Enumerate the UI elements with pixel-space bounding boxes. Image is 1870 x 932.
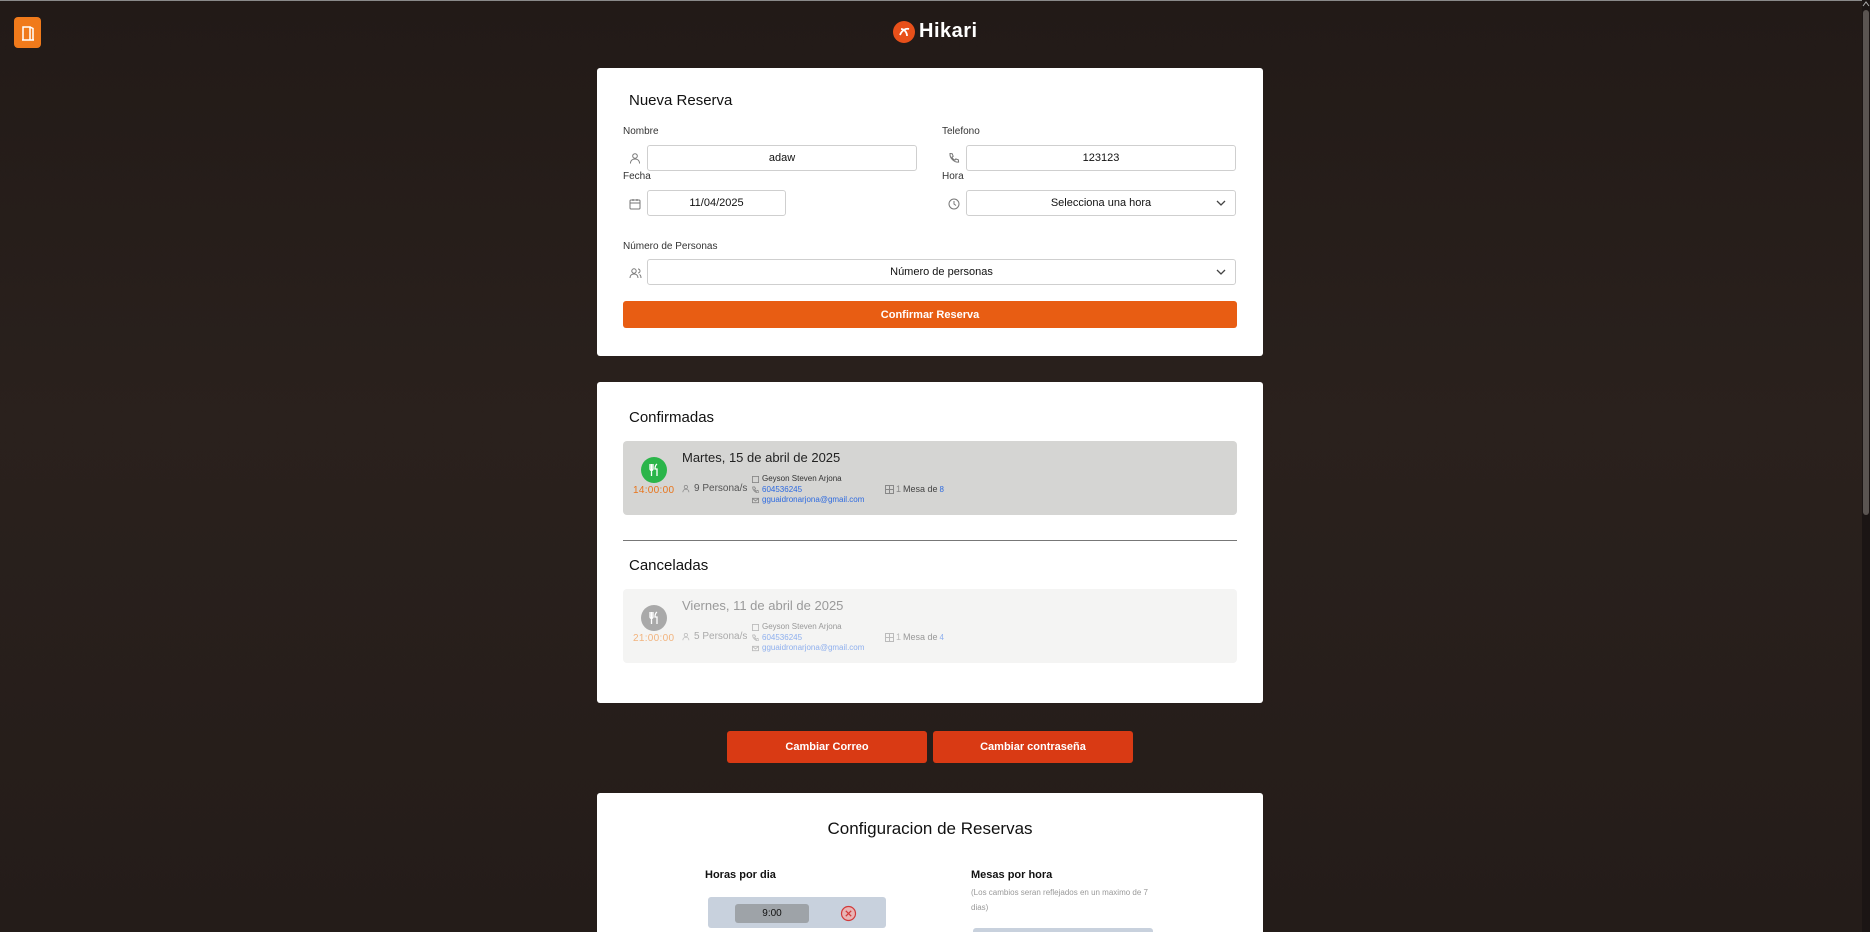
personas-select-value: Número de personas	[890, 266, 993, 278]
window-top-border	[0, 0, 1870, 1]
users-icon	[628, 266, 642, 280]
reservation-time: 21:00:00	[633, 633, 675, 644]
close-circle-icon[interactable]	[840, 905, 857, 922]
reservation-date: Martes, 15 de abril de 2025	[682, 450, 841, 465]
hours-title: Horas por dia	[705, 869, 776, 881]
reservation-item[interactable]: 14:00:00 Martes, 15 de abril de 2025 9 P…	[623, 441, 1237, 515]
telefono-input[interactable]: 123123	[966, 145, 1236, 171]
contact-name: Geyson Steven Arjona	[762, 622, 842, 631]
tables-title: Mesas por hora	[971, 869, 1053, 881]
contact-phone[interactable]: 604536245	[762, 485, 802, 496]
users-icon	[682, 484, 690, 493]
calendar-icon	[628, 197, 642, 211]
section-divider	[623, 540, 1237, 541]
reservation-people: 5 Persona/s	[682, 631, 747, 642]
scrollbar[interactable]	[1862, 0, 1870, 932]
fecha-label: Fecha	[623, 171, 651, 182]
config-title: Configuracion de Reservas	[827, 819, 1033, 838]
reservation-time: 14:00:00	[633, 485, 675, 496]
user-icon	[628, 151, 642, 165]
table-text: Mesa de	[903, 632, 938, 642]
reservation-date: Viernes, 11 de abril de 2025	[682, 598, 844, 613]
contact-email[interactable]: gguaidronarjona@gmail.com	[762, 495, 864, 506]
hour-row: 9:00	[708, 897, 886, 928]
exit-door-icon	[21, 25, 34, 41]
reservation-contact: Geyson Steven Arjona 604536245 gguaidron…	[752, 622, 864, 654]
reservation-table: 1 Mesa de 4	[885, 632, 944, 642]
table-size: 4	[939, 632, 944, 642]
user-icon	[752, 475, 759, 483]
hora-label: Hora	[942, 171, 964, 182]
user-icon	[752, 623, 759, 631]
hour-value[interactable]: 9:00	[735, 904, 809, 923]
reservation-contact: Geyson Steven Arjona 604536245 gguaidron…	[752, 474, 864, 506]
mail-icon	[752, 497, 759, 503]
utensils-icon	[641, 605, 667, 631]
phone-icon	[752, 486, 759, 494]
reservation-item[interactable]: 21:00:00 Viernes, 11 de abril de 2025 5 …	[623, 589, 1237, 663]
confirmed-title: Confirmadas	[629, 409, 715, 426]
contact-email[interactable]: gguaidronarjona@gmail.com	[762, 643, 864, 654]
hora-select-value: Selecciona una hora	[1050, 197, 1152, 209]
reservation-table: 1 Mesa de 8	[885, 484, 944, 494]
cancelled-title: Canceladas	[629, 557, 709, 574]
brand-name: Hikari	[919, 20, 978, 42]
users-icon	[682, 632, 690, 641]
confirm-reservation-button[interactable]: Confirmar Reserva	[623, 301, 1237, 328]
change-email-button[interactable]: Cambiar Correo	[727, 731, 927, 763]
personas-label: Número de Personas	[623, 241, 718, 252]
contact-phone[interactable]: 604536245	[762, 633, 802, 644]
new-reservation-card: Nueva Reserva Nombre adaw Telefono 12312…	[597, 68, 1263, 356]
reservation-people: 9 Persona/s	[682, 483, 747, 494]
clock-icon	[947, 197, 961, 211]
scroll-up-icon[interactable]	[1862, 0, 1870, 8]
nombre-label: Nombre	[623, 126, 659, 137]
people-count: 5 Persona/s	[694, 631, 748, 642]
scrollbar-thumb[interactable]	[1863, 10, 1869, 515]
contact-name: Geyson Steven Arjona	[762, 474, 842, 483]
mail-icon	[752, 645, 759, 651]
change-password-button[interactable]: Cambiar contraseña	[933, 731, 1133, 763]
exit-button[interactable]	[14, 17, 41, 48]
phone-icon	[752, 634, 759, 642]
reservation-config-card: Configuracion de Reservas Horas por dia …	[597, 793, 1263, 932]
table-size: 8	[939, 484, 944, 494]
brand-mark-icon	[893, 20, 915, 43]
table-count: 1	[896, 484, 902, 494]
phone-icon	[947, 151, 961, 165]
utensils-icon	[641, 457, 667, 483]
hora-select[interactable]: Selecciona una hora	[966, 190, 1236, 216]
tables-input[interactable]	[973, 928, 1153, 932]
people-count: 9 Persona/s	[694, 483, 748, 494]
nombre-input[interactable]: adaw	[647, 145, 917, 171]
personas-select[interactable]: Número de personas	[647, 259, 1236, 285]
reservations-card: Confirmadas 14:00:00 Martes, 15 de abril…	[597, 382, 1263, 703]
chevron-down-icon	[1216, 269, 1226, 275]
chevron-down-icon	[1216, 200, 1226, 206]
table-text: Mesa de	[903, 484, 938, 494]
table-icon	[885, 484, 894, 494]
tables-note: (Los cambios seran reflejados en un maxi…	[971, 888, 1148, 912]
form-title: Nueva Reserva	[629, 92, 733, 109]
table-icon	[885, 632, 894, 642]
telefono-label: Telefono	[942, 126, 980, 137]
brand-logo[interactable]: Hikari	[893, 20, 978, 43]
fecha-input[interactable]: 11/04/2025	[647, 190, 786, 216]
table-count: 1	[896, 632, 902, 642]
